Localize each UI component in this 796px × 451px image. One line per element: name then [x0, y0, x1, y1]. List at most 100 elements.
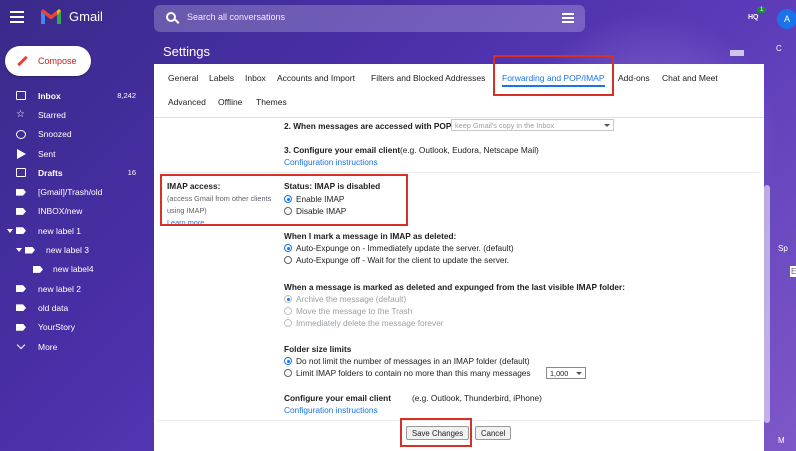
pop-step2-label: 2. When messages are accessed with POP — [284, 121, 452, 131]
delete-forever-label[interactable]: Immediately delete the message forever — [296, 318, 444, 328]
search-options-icon[interactable] — [562, 13, 574, 24]
limit-radio[interactable] — [284, 369, 292, 377]
sidebar-item-snoozed[interactable]: Snoozed — [0, 125, 150, 144]
label-icon — [16, 304, 26, 312]
tab-accounts-import[interactable]: Accounts and Import — [277, 73, 355, 83]
sidebar-item-label: Drafts — [38, 167, 63, 178]
sidebar-item-new-label-3[interactable]: new label 3 — [0, 240, 150, 259]
delete-forever-radio[interactable] — [284, 319, 292, 327]
no-limit-label[interactable]: Do not limit the number of messages in a… — [296, 356, 530, 366]
display-density-icon[interactable] — [730, 50, 744, 56]
pop-action-select[interactable]: keep Gmail's copy in the Inbox — [451, 119, 614, 131]
sidebar-item-new-label4[interactable]: new label4 — [0, 260, 150, 279]
cancel-button[interactable]: Cancel — [475, 426, 512, 440]
sidebar-item-new-label-1[interactable]: new label 1 — [0, 221, 150, 240]
sidebar-item-label: new label 2 — [38, 283, 82, 294]
client-hint: (e.g. Outlook, Thunderbird, iPhone) — [412, 393, 542, 403]
hq-icon[interactable]: HQ — [748, 14, 764, 30]
compose-button[interactable]: Compose — [5, 46, 91, 76]
label-icon — [16, 323, 26, 331]
sidebar-item-more[interactable]: More — [0, 337, 150, 356]
tab-general[interactable]: General — [168, 73, 198, 83]
caret-down-icon[interactable] — [7, 229, 13, 234]
caret-down-icon — [576, 372, 582, 375]
pop-action-value: keep Gmail's copy in the Inbox — [455, 121, 555, 130]
sidebar-item-inbox[interactable]: Inbox 8,242 — [0, 86, 150, 105]
sidebar-item-old-data[interactable]: old data — [0, 298, 150, 317]
tab-chat-meet[interactable]: Chat and Meet — [662, 73, 718, 83]
avatar[interactable]: A — [777, 9, 796, 29]
sidebar-item-label: YourStory — [38, 322, 76, 333]
sidebar-item-new-label-2[interactable]: new label 2 — [0, 279, 150, 298]
limit-select[interactable]: 1,000 — [546, 367, 586, 379]
expunge-on-label[interactable]: Auto-Expunge on - Immediately update the… — [296, 243, 514, 253]
sidebar-item-label: Sent — [38, 148, 56, 159]
deleted-heading: When I mark a message in IMAP as deleted… — [284, 231, 457, 241]
pop-config-link[interactable]: Configuration instructions — [284, 157, 378, 167]
settings-panel: General Labels Inbox Accounts and Import… — [154, 64, 764, 451]
top-bar: Gmail HQ 1 A — [0, 0, 796, 38]
sidebar-item-starred[interactable]: ☆ Starred — [0, 105, 150, 124]
expunge-off-label[interactable]: Auto-Expunge off - Wait for the client t… — [296, 255, 509, 265]
gmail-m-icon — [41, 9, 61, 24]
pop-step3-hint: (e.g. Outlook, Eudora, Netscape Mail) — [400, 145, 539, 155]
trash-label[interactable]: Move the message to the Trash — [296, 306, 412, 316]
sidebar-item-label: new label4 — [53, 264, 94, 275]
imap-config-link[interactable]: Configuration instructions — [284, 405, 378, 415]
archive-radio[interactable] — [284, 295, 292, 303]
trash-radio[interactable] — [284, 307, 292, 315]
main-menu-icon[interactable] — [10, 11, 24, 23]
sidebar-item-label: Starred — [38, 109, 66, 120]
sidebar-item-inbox-new[interactable]: INBOX/new — [0, 202, 150, 221]
clock-icon — [16, 129, 26, 139]
label-icon — [16, 188, 26, 196]
inbox-icon — [16, 91, 26, 101]
sidebar-item-count: 8,242 — [117, 91, 136, 101]
no-limit-radio[interactable] — [284, 357, 292, 365]
limit-label[interactable]: Limit IMAP folders to contain no more th… — [296, 368, 531, 378]
page-title: Settings — [163, 44, 210, 59]
rail-letter[interactable]: E — [790, 266, 796, 277]
sidebar-item-trash-old[interactable]: [Gmail]/Trash/old — [0, 182, 150, 201]
rail-letter[interactable]: Sp — [778, 244, 788, 253]
search-bar[interactable] — [154, 5, 585, 32]
sidebar-item-label: [Gmail]/Trash/old — [38, 187, 103, 198]
sidebar-item-label: old data — [38, 302, 69, 313]
divider — [158, 172, 760, 173]
pencil-icon — [17, 55, 29, 67]
tab-add-ons[interactable]: Add-ons — [618, 73, 650, 83]
archive-label[interactable]: Archive the message (default) — [296, 294, 406, 304]
expunged-heading: When a message is marked as deleted and … — [284, 282, 626, 292]
sidebar-item-label: INBOX/new — [38, 206, 83, 217]
gmail-logo[interactable]: Gmail — [40, 8, 103, 25]
rail-letter[interactable]: M — [778, 436, 785, 445]
tab-labels[interactable]: Labels — [209, 73, 234, 83]
tab-offline[interactable]: Offline — [218, 97, 242, 107]
star-icon: ☆ — [16, 109, 25, 121]
tab-themes[interactable]: Themes — [256, 97, 287, 107]
sidebar-item-label: Snoozed — [38, 129, 72, 140]
sidebar-item-label: new label 1 — [38, 225, 82, 236]
pop-step3-label: 3. Configure your email client — [284, 145, 401, 155]
caret-down-icon[interactable] — [16, 248, 22, 253]
tab-filters[interactable]: Filters and Blocked Addresses — [371, 73, 485, 83]
sidebar-item-label: Inbox — [38, 90, 61, 101]
rail-letter[interactable]: C — [776, 44, 782, 53]
expunge-on-radio[interactable] — [284, 244, 292, 252]
limit-value: 1,000 — [550, 369, 569, 378]
notification-badge: 1 — [757, 7, 767, 13]
sidebar-item-drafts[interactable]: Drafts 16 — [0, 163, 150, 182]
caret-down-icon — [604, 124, 610, 127]
label-icon — [16, 285, 26, 293]
tab-inbox[interactable]: Inbox — [245, 73, 266, 83]
sidebar-item-sent[interactable]: Sent — [0, 144, 150, 163]
tab-advanced[interactable]: Advanced — [168, 97, 206, 107]
search-icon[interactable] — [166, 12, 176, 22]
label-icon — [16, 207, 26, 215]
sidebar-item-yourstory[interactable]: YourStory — [0, 318, 150, 337]
search-input[interactable] — [187, 12, 547, 22]
label-icon — [25, 246, 35, 254]
sidebar-item-count: 16 — [127, 168, 136, 178]
sidebar-item-label: More — [38, 341, 58, 352]
expunge-off-radio[interactable] — [284, 256, 292, 264]
